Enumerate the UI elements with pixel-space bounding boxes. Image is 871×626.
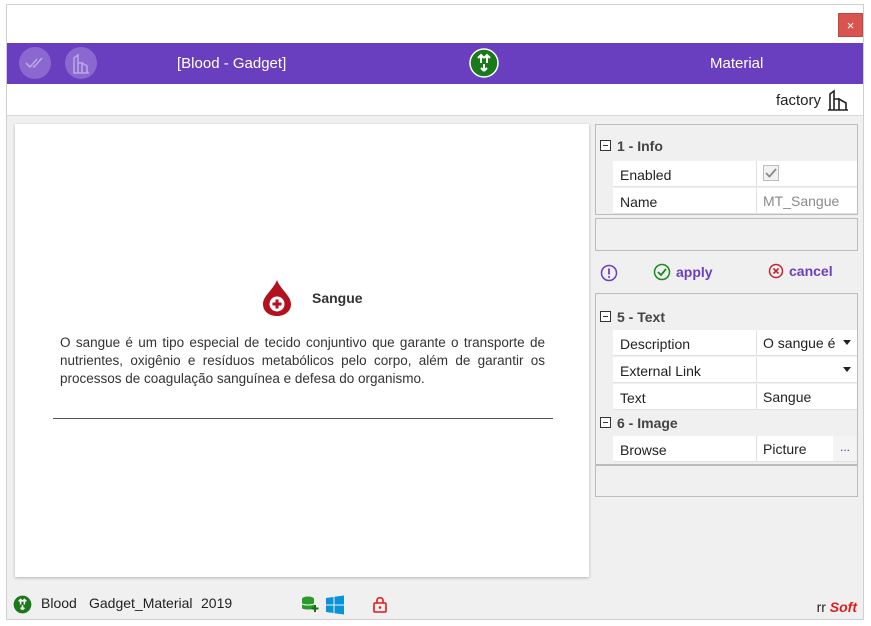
windows-icon[interactable]: [325, 595, 345, 618]
section-label: 1 - Info: [617, 138, 663, 154]
warning-icon[interactable]: [600, 264, 618, 282]
collapse-icon[interactable]: [600, 311, 611, 322]
title-bar: ×: [7, 5, 863, 43]
cancel-label: cancel: [789, 263, 833, 279]
preview-panel: Sangue O sangue é um tipo especial de te…: [15, 124, 589, 577]
prop-name: Description: [613, 330, 757, 355]
prop-row-text: Text Sangue: [613, 384, 857, 410]
prop-row-description: Description O sangue é: [613, 330, 857, 356]
status-app: Blood: [41, 595, 77, 611]
brand-logo: rr Soft: [817, 599, 857, 615]
factory-icon[interactable]: [827, 89, 849, 114]
header-title: [Blood - Gadget]: [177, 55, 287, 72]
factory-icon[interactable]: [65, 47, 97, 79]
preview-description: O sangue é um tipo especial de tecido co…: [60, 335, 545, 386]
check-circle-icon: [653, 263, 671, 281]
cancel-button[interactable]: cancel: [768, 263, 833, 279]
status-module: Gadget_Material: [89, 595, 193, 611]
blood-drop-icon: [260, 278, 294, 321]
property-grid-text: 5 - Text Description O sangue é External…: [595, 293, 858, 465]
prop-name: External Link: [613, 357, 757, 382]
prop-row-external-link: External Link: [613, 357, 857, 383]
sub-bar: factory: [7, 84, 863, 116]
name-field[interactable]: MT_Sangue: [758, 188, 857, 213]
prop-value: [758, 161, 857, 186]
apply-button[interactable]: apply: [653, 263, 713, 281]
collapse-icon[interactable]: [600, 140, 611, 151]
main-window: × [Blood - Gadget] Material factory Sang…: [6, 4, 864, 620]
property-description-box-bottom: [595, 465, 858, 497]
database-add-icon[interactable]: [301, 595, 319, 616]
prop-name: Browse: [613, 436, 757, 461]
property-description-box: [595, 218, 858, 251]
property-grid-info: 1 - Info Enabled Name MT_Sangue: [595, 124, 858, 215]
prop-row-enabled: Enabled: [613, 161, 857, 187]
text-field[interactable]: Sangue: [758, 384, 857, 409]
collapse-icon[interactable]: [600, 417, 611, 428]
prop-row-name: Name MT_Sangue: [613, 188, 857, 214]
close-button[interactable]: ×: [838, 13, 863, 37]
brand-prefix: rr: [816, 599, 826, 615]
brand-name: Soft: [829, 599, 857, 615]
enabled-checkbox[interactable]: [763, 165, 779, 181]
apply-label: apply: [676, 264, 713, 280]
prop-name: Text: [613, 384, 757, 409]
section-text[interactable]: 5 - Text: [596, 304, 857, 330]
cancel-circle-icon: [768, 263, 784, 279]
header-section-title: Material: [710, 55, 764, 72]
recycle-logo-icon: [469, 48, 499, 78]
prop-name: Name: [613, 188, 757, 213]
lock-icon[interactable]: [372, 595, 388, 616]
preview-title: Sangue: [312, 290, 363, 306]
section-image[interactable]: 6 - Image: [596, 410, 857, 436]
dropdown-arrow-icon[interactable]: [843, 367, 851, 372]
prop-name: Enabled: [613, 161, 757, 186]
section-label: 6 - Image: [617, 415, 678, 431]
divider: [53, 418, 553, 419]
check-icon: [765, 168, 777, 178]
status-year: 2019: [201, 595, 233, 611]
dropdown-arrow-icon[interactable]: [843, 340, 851, 345]
prop-row-browse: Browse Picture ...: [613, 436, 857, 462]
double-check-icon[interactable]: [19, 47, 51, 79]
action-bar: apply cancel: [596, 263, 858, 291]
browse-button[interactable]: ...: [833, 436, 857, 461]
factory-label: factory: [775, 92, 821, 109]
status-bar: Blood Gadget_Material 2019 rr Soft: [7, 589, 863, 619]
section-label: 5 - Text: [617, 309, 665, 325]
description-value: O sangue é: [763, 335, 836, 351]
recycle-logo-icon: [13, 595, 32, 617]
header-bar: [Blood - Gadget] Material: [7, 43, 863, 84]
section-info[interactable]: 1 - Info: [596, 133, 857, 159]
